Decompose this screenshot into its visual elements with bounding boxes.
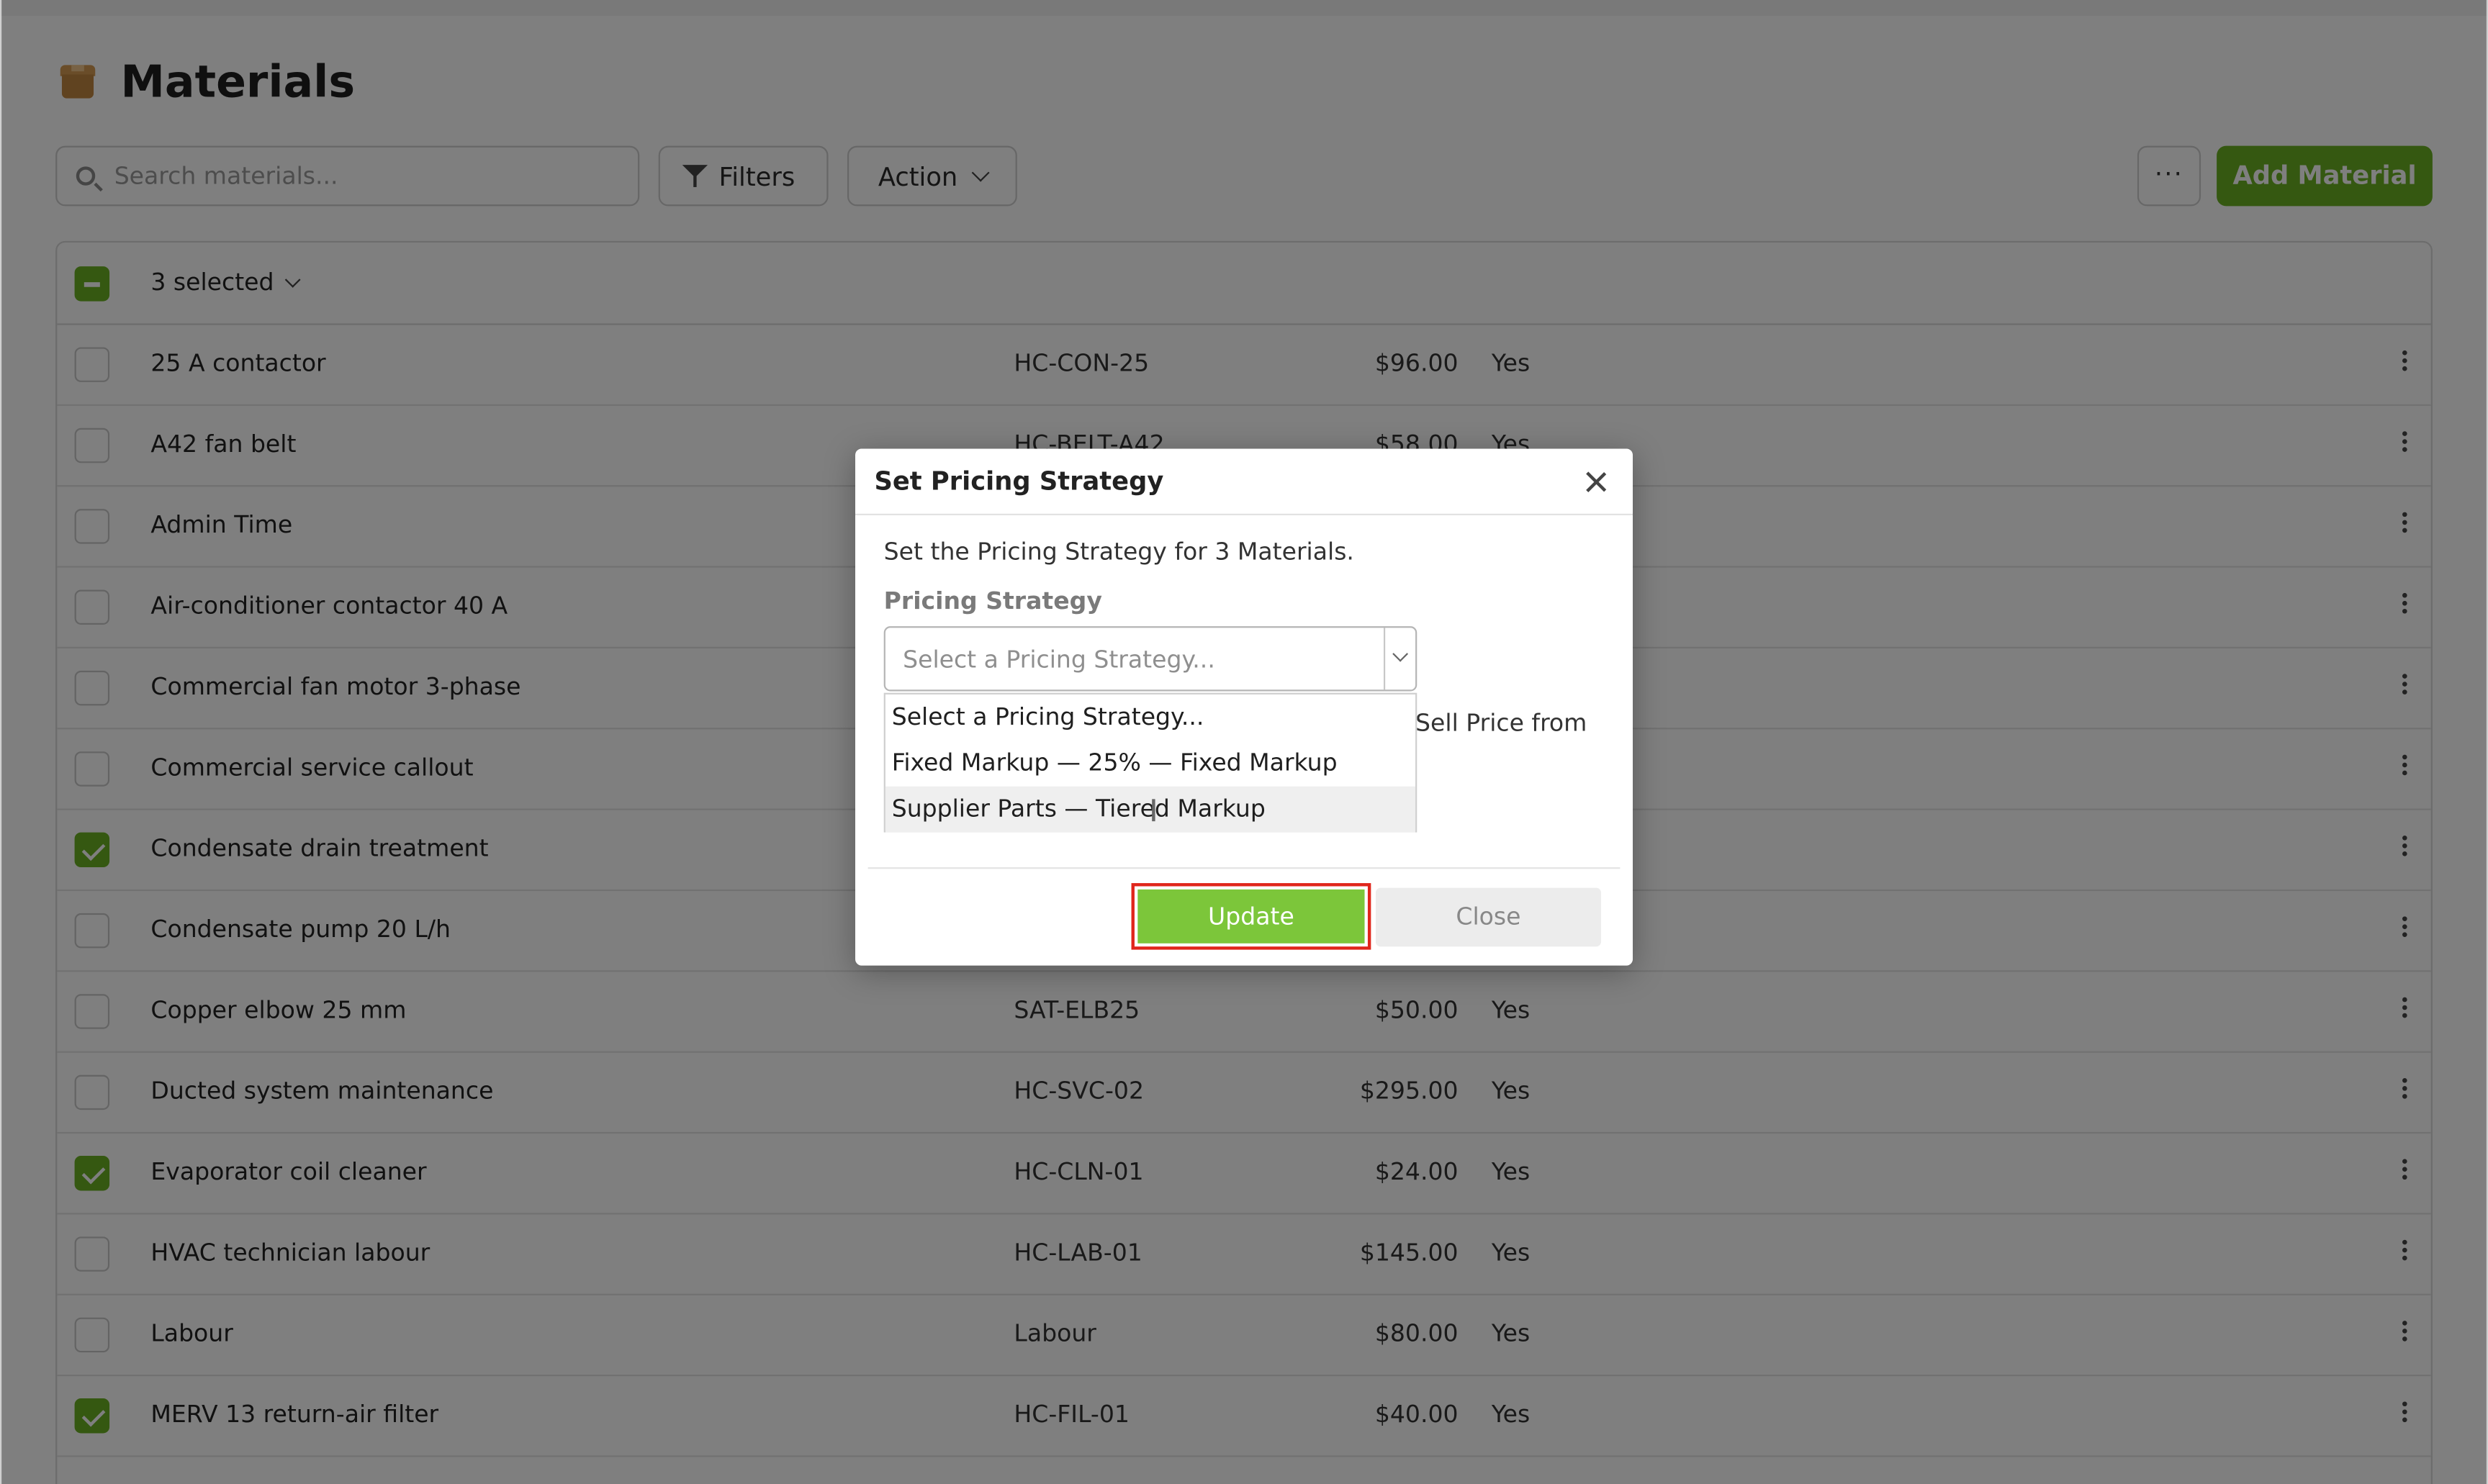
app-window: Materials Filters Action ··· Add Materia… (0, 0, 2488, 1484)
pricing-strategy-select[interactable]: Select a Pricing Strategy... (883, 626, 1417, 692)
update-button-label: Update (1137, 889, 1365, 944)
chevron-down-icon (1392, 646, 1409, 662)
option-supplier-parts[interactable]: Supplier Parts — Tiered Markup (885, 786, 1416, 833)
close-icon[interactable] (1582, 468, 1610, 497)
dialog-description: Set the Pricing Strategy for 3 Materials… (883, 537, 1354, 566)
select-placeholder: Select a Pricing Strategy... (903, 645, 1215, 674)
update-button[interactable]: Update (1131, 883, 1371, 950)
dialog-footer-divider (867, 867, 1621, 869)
dialog-body: Set the Pricing Strategy for 3 Materials… (883, 537, 1614, 833)
sell-price-text: Sell Price from (1415, 708, 1587, 738)
option-fixed-markup[interactable]: Fixed Markup — 25% — Fixed Markup (885, 741, 1415, 787)
option-placeholder[interactable]: Select a Pricing Strategy... (885, 695, 1415, 741)
pricing-strategy-label: Pricing Strategy (883, 587, 1102, 615)
option-supplier-parts-label: Supplier Parts — Tiered Markup (891, 794, 1266, 823)
text-cursor-icon (1152, 799, 1155, 822)
dialog-header: Set Pricing Strategy (855, 448, 1633, 515)
select-divider (1383, 628, 1386, 690)
close-button[interactable]: Close (1375, 887, 1601, 947)
pricing-strategy-listbox: Select a Pricing Strategy... Fixed Marku… (883, 692, 1417, 833)
dialog-title: Set Pricing Strategy (874, 466, 1164, 497)
